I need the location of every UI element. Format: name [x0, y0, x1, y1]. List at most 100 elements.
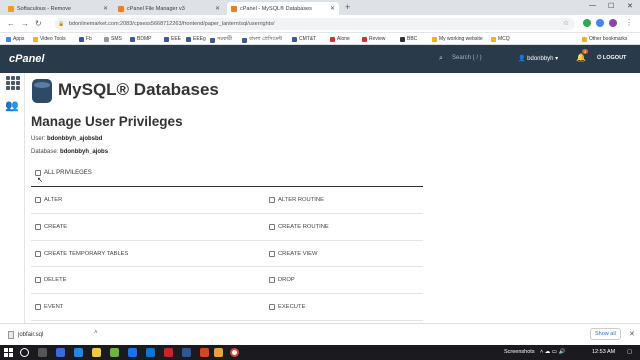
privilege-option[interactable]: DELETE [35, 277, 67, 284]
bookmark-item[interactable]: Review [362, 36, 385, 42]
privilege-row: CREATE CREATE ROUTINE [31, 214, 423, 241]
app-icon[interactable] [56, 348, 65, 357]
privilege-row: ALTER ALTER ROUTINE [31, 187, 423, 214]
privilege-option[interactable]: EXECUTE [269, 304, 305, 311]
users-icon[interactable]: 👥 [5, 99, 19, 112]
database-value: bdonbbyh_ajobs [60, 149, 109, 155]
privilege-checkbox[interactable] [269, 304, 275, 311]
chevron-up-icon[interactable]: ˄ [94, 330, 98, 336]
close-tab-icon[interactable]: ✕ [103, 5, 108, 12]
privilege-checkbox[interactable] [269, 250, 275, 257]
browser-tab-mysql[interactable]: cPanel - MySQL® Databases ✕ [227, 2, 339, 15]
privilege-option[interactable]: CREATE [35, 223, 67, 230]
bookmark-icon [292, 36, 297, 42]
privilege-option[interactable]: DROP [269, 277, 295, 284]
bookmark-item[interactable]: SMS [104, 36, 122, 42]
privilege-checkbox[interactable] [35, 277, 41, 284]
bookmark-item[interactable]: Fb [79, 36, 92, 42]
bookmark-item[interactable]: BDMP [130, 36, 151, 42]
privilege-option[interactable]: ALTER [35, 197, 62, 203]
privilege-checkbox[interactable] [269, 223, 275, 230]
privilege-checkbox[interactable] [269, 277, 275, 284]
bookmark-star-icon[interactable]: ☆ [563, 18, 569, 30]
word-icon[interactable] [182, 348, 191, 357]
browser-menu-icon[interactable]: ⋮ [625, 18, 633, 27]
close-icon[interactable]: ✕ [629, 330, 635, 338]
bookmark-item[interactable]: CMT&T [292, 36, 316, 42]
bookmark-label: Fb [86, 36, 92, 42]
back-arrow-icon[interactable]: ← [7, 19, 15, 28]
privilege-checkbox[interactable] [35, 250, 41, 257]
cpanel-favicon-icon [118, 5, 124, 12]
cpanel-search-input[interactable]: ⌕ Search ( / ) [436, 52, 512, 65]
new-tab-button[interactable]: + [345, 2, 350, 12]
privilege-option[interactable]: CREATE TEMPORARY TABLES [35, 250, 129, 257]
tray-icons[interactable]: ˄ ☁ ▭ 🔊 [540, 349, 565, 355]
bookmark-item[interactable]: Video Tools [33, 36, 66, 42]
all-privileges-option[interactable]: ALL PRIVILEGES [35, 170, 92, 176]
close-tab-icon[interactable]: ✕ [330, 5, 335, 12]
bookmark-item[interactable]: BBC [400, 36, 417, 42]
chrome-icon[interactable] [230, 348, 239, 357]
extension-icon[interactable] [583, 19, 591, 27]
windows-start-icon[interactable] [4, 348, 13, 357]
minimize-button[interactable]: — [589, 2, 596, 9]
privilege-checkbox[interactable] [35, 197, 41, 203]
show-all-button[interactable]: Show all [590, 328, 621, 340]
profile-avatar-icon[interactable] [609, 19, 617, 27]
bookmark-item[interactable]: Alone [330, 36, 350, 42]
cpanel-logo[interactable]: cPanel [9, 53, 44, 65]
bookmark-item[interactable]: EEEg [186, 36, 206, 42]
privilege-checkbox[interactable] [35, 304, 41, 311]
search-icon[interactable] [20, 348, 29, 357]
privileges-grid: ALTER ALTER ROUTINE CREATE CREATE ROUTINE CR… [31, 187, 423, 321]
bookmark-icon [400, 36, 405, 42]
privilege-label: ALTER ROUTINE [278, 197, 324, 203]
privilege-checkbox[interactable] [35, 223, 41, 230]
bookmark-item[interactable]: বাংলা প্রেসিডেন্ট [242, 36, 282, 44]
app-icon[interactable] [214, 348, 223, 357]
app-icon[interactable] [146, 348, 155, 357]
app-icon[interactable] [74, 348, 83, 357]
download-item[interactable]: jobfair.sql [8, 331, 43, 339]
browser-tab-file-manager[interactable]: cPanel File Manager v3 ✕ [114, 2, 224, 15]
privilege-option[interactable]: ALTER ROUTINE [269, 197, 324, 203]
user-menu[interactable]: 👤 bdonbbyh ▾ [518, 55, 558, 62]
bookmark-item[interactable]: Apps [6, 36, 24, 42]
address-bar[interactable]: 🔒 bdonlinemarket.com:2083/cpsess56687122… [55, 18, 575, 30]
mysql-database-icon [32, 79, 52, 103]
bell-icon[interactable]: 🔔 [576, 53, 586, 62]
privilege-option[interactable]: EVENT [35, 304, 63, 311]
privilege-checkbox[interactable] [269, 197, 275, 203]
close-window-button[interactable]: ✕ [627, 2, 633, 10]
privilege-label: CREATE TEMPORARY TABLES [44, 250, 129, 257]
bookmark-item[interactable]: MCQ [491, 36, 510, 42]
app-icon[interactable] [110, 348, 119, 357]
task-view-icon[interactable] [38, 348, 47, 357]
extension-icon[interactable] [596, 19, 604, 27]
bookmark-item[interactable]: সরকারী [210, 36, 232, 44]
bookmark-item[interactable]: EEE [164, 36, 181, 42]
maximize-button[interactable]: ☐ [608, 2, 614, 10]
app-icon[interactable] [200, 348, 209, 357]
close-tab-icon[interactable]: ✕ [215, 5, 220, 12]
lock-icon: 🔒 [58, 21, 65, 27]
screenshots-label[interactable]: Screenshots [504, 349, 535, 355]
bookmark-item[interactable]: Other bookmarks [582, 36, 627, 42]
app-icon[interactable] [164, 348, 173, 357]
folder-icon[interactable] [92, 348, 101, 357]
privilege-label: CREATE VIEW [278, 250, 318, 257]
reload-icon[interactable]: ↻ [35, 19, 42, 28]
notification-center-icon[interactable]: ▢ [627, 349, 632, 355]
bookmark-label: My working website [439, 36, 483, 42]
home-grid-icon[interactable] [6, 76, 20, 90]
forward-arrow-icon[interactable]: → [21, 19, 29, 28]
privilege-option[interactable]: CREATE VIEW [269, 250, 318, 257]
browser-tab-softaculous[interactable]: Softaculous - Remove ✕ [4, 2, 112, 15]
logout-button[interactable]: ⏻ LOGOUT [597, 55, 626, 62]
privilege-option[interactable]: CREATE ROUTINE [269, 223, 329, 230]
app-icon[interactable] [128, 348, 137, 357]
bookmark-item[interactable]: My working website [432, 36, 483, 42]
clock[interactable]: 12:53 AM [592, 349, 615, 355]
bookmark-icon [491, 36, 496, 42]
